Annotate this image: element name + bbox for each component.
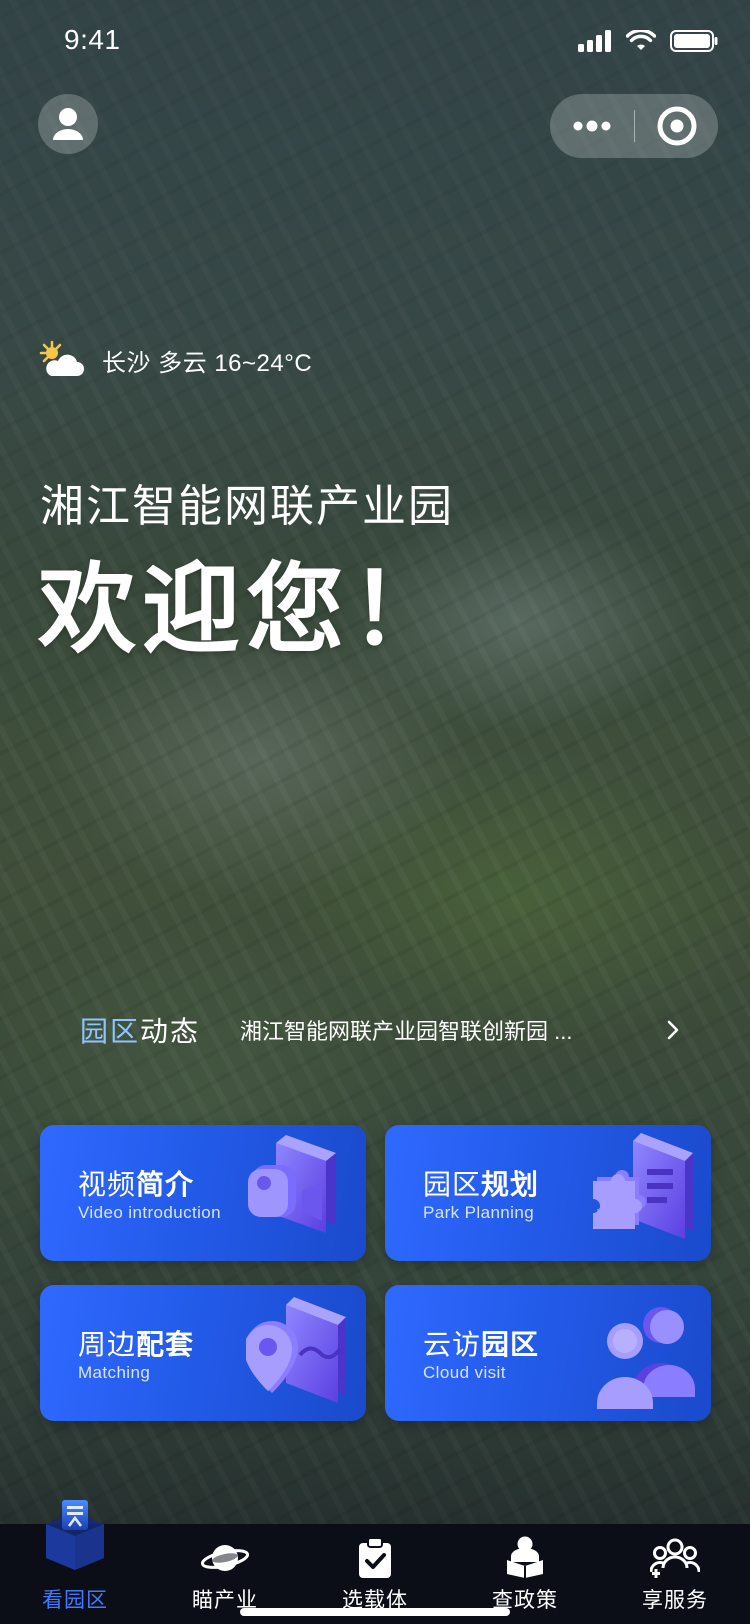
park-planning-card[interactable]: 园区规划 Park Planning (385, 1125, 711, 1261)
planet-icon (200, 1545, 250, 1571)
reading-person-icon (507, 1536, 543, 1578)
card-subtitle: Matching (78, 1363, 151, 1382)
more-button[interactable] (550, 94, 634, 158)
location-map-icon (246, 1297, 346, 1403)
card-title-light: 周边 (78, 1329, 137, 1360)
tab-label: 看园区 (42, 1589, 108, 1612)
park-view-icon (46, 1500, 104, 1570)
miniprogram-capsule (550, 94, 718, 158)
partly-cloudy-icon (39, 340, 84, 376)
news-label: 园区动态 (80, 1010, 200, 1050)
park-name-title: 湘江智能网联产业园 (40, 482, 454, 531)
tab-services[interactable]: 享服务 (600, 1524, 750, 1624)
card-title-light: 视频 (78, 1169, 137, 1200)
battery-icon (670, 30, 718, 52)
tab-label: 享服务 (642, 1589, 708, 1612)
card-title-light: 园区 (423, 1169, 482, 1200)
wifi-icon (626, 30, 656, 50)
card-subtitle: Video introduction (78, 1203, 221, 1222)
welcome-headline: 欢迎您！ (38, 554, 455, 664)
weather-widget: 长沙 多云 16~24°C (38, 340, 312, 380)
card-title-bold: 园区 (481, 1329, 540, 1360)
home-indicator[interactable] (240, 1608, 510, 1616)
cloud-visit-card[interactable]: 云访园区 Cloud visit (385, 1285, 711, 1421)
card-title-light: 云访 (423, 1329, 482, 1360)
people-group-icon (597, 1307, 695, 1409)
status-bar: 9:41 (0, 0, 750, 86)
target-close-icon (657, 106, 696, 146)
close-miniprogram-button[interactable] (635, 94, 718, 158)
card-title-bold: 配套 (136, 1329, 195, 1360)
user-icon (53, 108, 83, 140)
card-title: 周边配套 (78, 1323, 194, 1363)
puzzle-plan-icon (593, 1133, 693, 1239)
tab-view-park[interactable]: 看园区 (0, 1500, 150, 1624)
status-time: 9:41 (64, 24, 121, 55)
team-service-icon (650, 1538, 700, 1578)
news-headline[interactable]: 湘江智能网联产业园智联创新园 ... (240, 1014, 620, 1046)
signal-icon (578, 30, 611, 52)
more-dots-icon (573, 120, 611, 132)
card-subtitle: Park Planning (423, 1203, 535, 1222)
news-label-rest: 动态 (140, 1016, 201, 1047)
card-title: 云访园区 (423, 1323, 539, 1363)
news-label-highlight: 园区 (80, 1016, 141, 1047)
surrounding-facilities-card[interactable]: 周边配套 Matching (40, 1285, 366, 1421)
profile-button[interactable] (38, 94, 98, 154)
bottom-tab-bar: 看园区 瞄产业 选载体 查政策 享服务 (0, 1500, 750, 1624)
clipboard-check-icon (359, 1538, 391, 1578)
chevron-right-icon[interactable] (666, 1019, 680, 1041)
weather-text: 长沙 多云 16~24°C (102, 349, 313, 377)
card-subtitle: Cloud visit (423, 1363, 506, 1382)
card-title-bold: 规划 (481, 1169, 540, 1200)
status-icons (578, 30, 718, 52)
card-title-bold: 简介 (136, 1169, 195, 1200)
video-camera-icon (248, 1135, 336, 1233)
card-title: 园区规划 (423, 1163, 539, 1203)
video-intro-card[interactable]: 视频简介 Video introduction (40, 1125, 366, 1261)
card-title: 视频简介 (78, 1163, 194, 1203)
park-news-bar[interactable]: 园区动态 湘江智能网联产业园智联创新园 ... (80, 1008, 680, 1052)
